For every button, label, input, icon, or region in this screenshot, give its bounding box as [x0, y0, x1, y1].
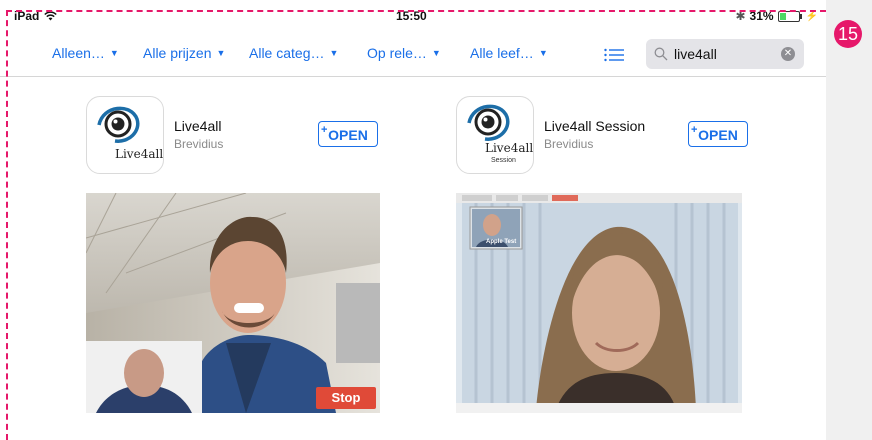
app-developer: Brevidius: [174, 137, 224, 151]
search-icon: [654, 47, 668, 61]
plus-icon: +: [321, 124, 328, 136]
open-label: OPEN: [698, 127, 738, 143]
search-input[interactable]: [674, 43, 774, 65]
filter-label: Alle prijzen: [143, 45, 212, 61]
participant-label: Apple Test: [486, 239, 517, 245]
app-name[interactable]: Live4all: [174, 118, 221, 134]
app-screenshot-1[interactable]: Stop: [86, 193, 380, 413]
app-name[interactable]: Live4all Session: [544, 118, 645, 134]
filter-label: Alleen…: [52, 45, 105, 61]
filter-category[interactable]: Alle categ… ▼: [249, 45, 338, 61]
app-developer: Brevidius: [544, 137, 594, 151]
step-number-badge: 15: [834, 20, 862, 48]
list-view-icon[interactable]: [604, 48, 624, 62]
app-screenshot-2[interactable]: Apple Test: [456, 193, 742, 413]
right-margin: [826, 0, 872, 440]
filter-age[interactable]: Alle leef… ▼: [470, 45, 548, 61]
charging-icon: ⚡: [805, 10, 818, 22]
plus-icon: +: [691, 124, 698, 136]
chevron-down-icon: ▼: [329, 48, 339, 58]
chevron-down-icon: ▼: [109, 48, 119, 58]
search-field[interactable]: ✕: [646, 39, 804, 69]
battery-fill: [779, 12, 786, 20]
filter-label: Alle categ…: [249, 45, 325, 61]
filter-sort[interactable]: Op rele… ▼: [367, 45, 441, 61]
battery-icon: [777, 10, 802, 22]
app-icon[interactable]: Live4all Session: [456, 96, 534, 174]
clear-search-icon[interactable]: ✕: [781, 47, 795, 61]
ipad-screen: iPad 15:50 ✱ 31% ⚡ Alleen… ▼ Alle prijzen…: [0, 0, 826, 440]
open-button[interactable]: + OPEN: [688, 121, 748, 147]
filter-bar: Alleen… ▼ Alle prijzen ▼ Alle categ… ▼ Op r…: [0, 36, 826, 77]
filter-label: Alle leef…: [470, 45, 534, 61]
icon-text: Live4all: [485, 141, 534, 155]
app-icon[interactable]: Live4all: [86, 96, 164, 174]
chevron-down-icon: ▼: [538, 48, 548, 58]
stop-button: Stop: [316, 387, 376, 409]
video-call-image: [86, 193, 380, 413]
chevron-down-icon: ▼: [431, 48, 441, 58]
icon-subtext: Session: [491, 157, 516, 164]
annotation-border-left: [6, 10, 8, 440]
video-call-image: [456, 193, 742, 413]
eye-logo-icon: [97, 106, 140, 143]
open-button[interactable]: + OPEN: [318, 121, 378, 147]
chevron-down-icon: ▼: [216, 48, 226, 58]
open-label: OPEN: [328, 127, 368, 143]
filter-device[interactable]: Alleen… ▼: [52, 45, 119, 61]
wifi-icon: [44, 11, 58, 21]
filter-price[interactable]: Alle prijzen ▼: [143, 45, 225, 61]
filter-label: Op rele…: [367, 45, 427, 61]
annotation-border-top: [6, 10, 826, 12]
icon-text: Live4all: [115, 147, 164, 161]
